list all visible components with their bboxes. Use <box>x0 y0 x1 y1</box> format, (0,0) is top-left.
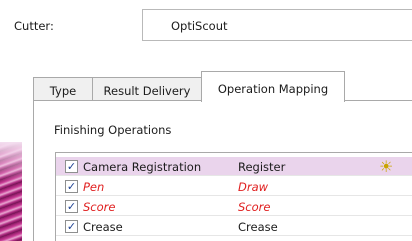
row-checkbox[interactable]: ✓ <box>65 180 78 193</box>
cutter-field[interactable]: OptiScout <box>142 9 412 41</box>
table-row[interactable]: ✓ Pen Draw <box>56 177 412 196</box>
tab-type[interactable]: Type <box>33 77 93 101</box>
tab-operation-mapping[interactable]: Operation Mapping <box>201 71 345 102</box>
sun-icon: ☀ <box>379 157 394 176</box>
row-checkbox[interactable]: ✓ <box>65 200 78 213</box>
row-checkbox[interactable]: ✓ <box>65 220 78 233</box>
operation-mapping[interactable]: Score <box>238 200 270 214</box>
operation-mapping[interactable]: Crease <box>238 220 278 234</box>
operation-name: Score <box>83 200 116 214</box>
table-row[interactable]: ✓ Camera Registration Register ☀ <box>56 157 412 176</box>
operation-name: Pen <box>83 180 105 194</box>
table-row[interactable]: ✓ Crease Crease <box>56 217 412 236</box>
operation-name: Camera Registration <box>83 160 202 174</box>
finishing-operations-table: ✓ Camera Registration Register ☀ ✓ Pen D… <box>55 152 412 241</box>
background-graphic <box>0 142 22 241</box>
tab-type-label: Type <box>49 84 77 98</box>
tab-operation-mapping-label: Operation Mapping <box>217 82 329 96</box>
operation-name: Crease <box>83 220 123 234</box>
table-row[interactable]: ✓ Score Score <box>56 197 412 216</box>
row-checkbox[interactable]: ✓ <box>65 160 78 173</box>
cutter-label: Cutter: <box>14 19 54 33</box>
operation-mapping[interactable]: Register <box>238 160 285 174</box>
tab-result-delivery-label: Result Delivery <box>103 84 191 98</box>
operation-mapping[interactable]: Draw <box>238 180 268 194</box>
finishing-operations-label: Finishing Operations <box>54 123 172 137</box>
cutter-value: OptiScout <box>171 19 228 33</box>
tab-result-delivery[interactable]: Result Delivery <box>92 77 202 101</box>
